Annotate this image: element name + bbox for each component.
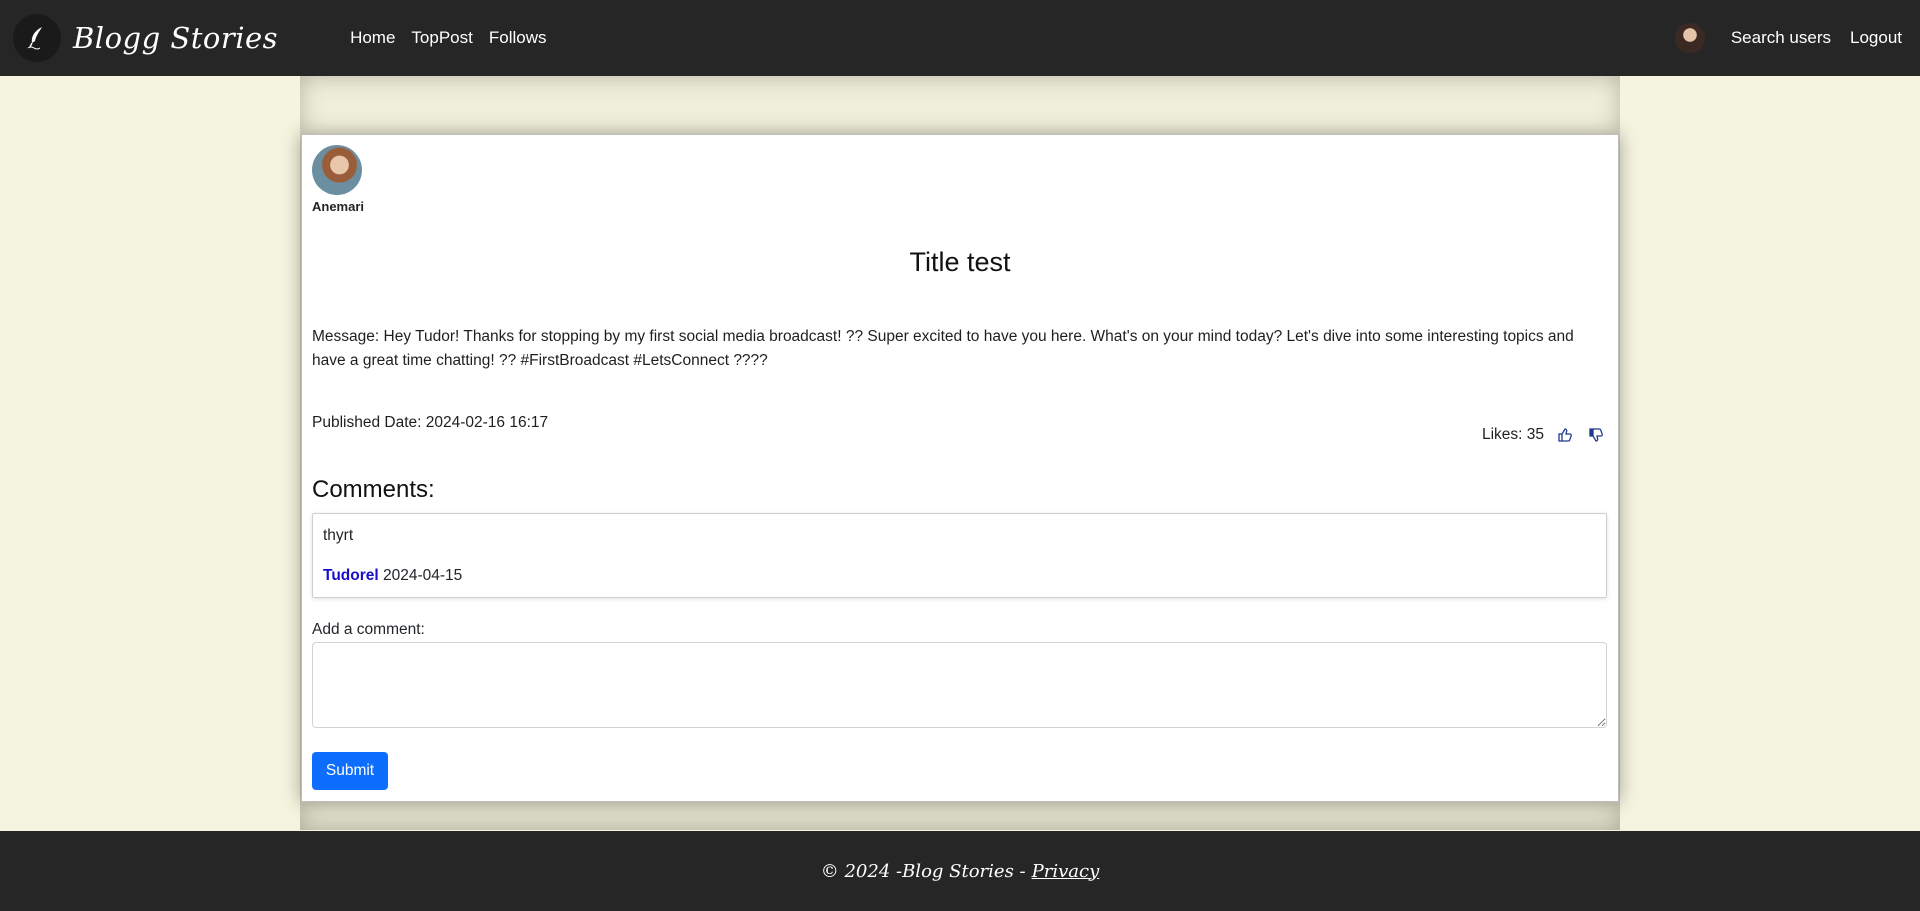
comment-textarea[interactable] <box>312 642 1607 728</box>
likes-box: Likes: 35 <box>1482 425 1606 445</box>
comment-meta: Tudorel 2024-04-15 <box>323 567 462 585</box>
comments-heading: Comments: <box>312 476 435 503</box>
search-users-link[interactable]: Search users <box>1731 28 1831 48</box>
comment-date: 2024-04-15 <box>383 567 463 584</box>
brand[interactable]: Blogg Stories <box>13 14 278 62</box>
nav-toppost[interactable]: TopPost <box>411 28 472 48</box>
submit-button[interactable]: Submit <box>312 752 388 790</box>
thumbs-up-icon[interactable] <box>1555 425 1575 445</box>
footer: © 2024 -Blog Stories - Privacy <box>0 831 1920 911</box>
comment-item: thyrt Tudorel 2024-04-15 <box>312 513 1607 598</box>
author-name: Anemari <box>312 199 365 214</box>
comment-text: thyrt <box>323 527 354 544</box>
logout-link[interactable]: Logout <box>1850 28 1902 48</box>
author-avatar[interactable] <box>312 145 362 195</box>
published-date: Published Date: 2024-02-16 16:17 <box>312 414 549 431</box>
privacy-link[interactable]: Privacy <box>1032 861 1100 882</box>
brand-name: Blogg Stories <box>73 21 279 55</box>
post-message: Message: Hey Tudor! Thanks for stopping … <box>312 328 1574 369</box>
post-card: Anemari Title test Message: Hey Tudor! T… <box>301 134 1619 802</box>
add-comment-label: Add a comment: <box>312 621 425 638</box>
post-title: Title test <box>909 247 1011 277</box>
thumbs-down-icon[interactable] <box>1586 425 1606 445</box>
nav-follows[interactable]: Follows <box>489 28 547 48</box>
user-avatar[interactable] <box>1674 23 1705 53</box>
footer-copyright: © 2024 -Blog Stories - <box>820 860 1026 882</box>
navbar: Blogg Stories Home TopPost Follows Searc… <box>0 0 1920 76</box>
likes-count: Likes: 35 <box>1481 426 1544 443</box>
nav-home[interactable]: Home <box>350 28 395 48</box>
nav-right: Search users Logout <box>1674 23 1902 53</box>
comment-author-link[interactable]: Tudorel <box>323 567 379 584</box>
main-nav: Home TopPost Follows <box>350 28 562 48</box>
post-author[interactable]: Anemari <box>312 145 364 214</box>
quill-logo-icon <box>13 14 61 62</box>
